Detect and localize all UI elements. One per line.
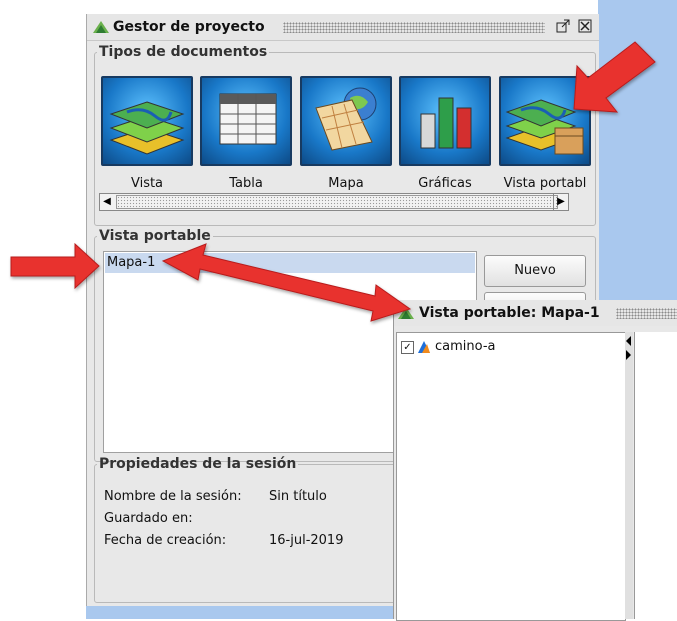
window-title: Gestor de proyecto	[113, 19, 265, 35]
doc-type-vista-portable[interactable]: Vista portabl	[499, 76, 591, 191]
doc-type-label: Gráficas	[418, 176, 472, 191]
list-item[interactable]: Mapa-1	[105, 253, 475, 273]
table-icon	[200, 76, 292, 166]
layer-name: camino-a	[435, 339, 496, 354]
scroll-left-icon[interactable]: ◀	[100, 194, 114, 210]
layer-visibility-checkbox[interactable]: ✓	[401, 341, 414, 354]
splitter-handle[interactable]	[625, 332, 633, 619]
project-manager-titlebar[interactable]: Gestor de proyecto	[87, 14, 599, 41]
portable-view-titlebar[interactable]: Vista portable: Mapa-1	[394, 300, 677, 326]
doc-types-scrollbar[interactable]: ◀ ▶	[99, 193, 569, 211]
creation-date-label: Fecha de creación:	[104, 533, 227, 548]
bar-chart-icon	[399, 76, 491, 166]
saved-in-label: Guardado en:	[104, 511, 193, 526]
scroll-thumb[interactable]	[116, 195, 558, 209]
table-of-contents[interactable]: ✓ camino-a	[396, 332, 626, 621]
desktop-background	[598, 0, 677, 300]
layers-icon	[101, 76, 193, 166]
close-icon[interactable]	[577, 19, 593, 35]
doc-type-tabla[interactable]: Tabla	[200, 76, 292, 191]
session-name-value: Sin título	[269, 489, 327, 504]
portable-view-legend: Vista portable	[99, 228, 211, 244]
doc-type-label: Vista	[130, 176, 164, 191]
maximize-icon[interactable]	[555, 19, 571, 35]
scroll-right-icon[interactable]: ▶	[553, 194, 568, 210]
doc-type-label: Mapa	[328, 176, 364, 191]
doc-type-label: Vista portabl	[503, 176, 587, 191]
doc-type-graficas[interactable]: Gráficas	[399, 76, 491, 191]
desktop-background-bottom	[86, 606, 396, 619]
portable-view-icon	[499, 76, 591, 166]
gvsig-logo-icon	[93, 21, 109, 33]
map-canvas[interactable]	[634, 332, 677, 619]
doc-type-mapa[interactable]: Mapa	[300, 76, 392, 191]
vector-layer-icon	[418, 341, 430, 353]
window-title: Vista portable: Mapa-1	[419, 305, 600, 321]
titlebar-grip	[283, 22, 545, 33]
titlebar-grip	[616, 308, 677, 319]
session-legend: Propiedades de la sesión	[99, 456, 297, 472]
portable-view-window: Vista portable: Mapa-1 ✓ camino-a	[393, 300, 677, 621]
doc-type-label: Tabla	[229, 176, 263, 191]
new-button[interactable]: Nuevo	[484, 255, 586, 287]
creation-date-value: 16-jul-2019	[269, 533, 344, 548]
doc-types-legend: Tipos de documentos	[99, 44, 268, 60]
gvsig-logo-icon	[398, 307, 414, 319]
map-icon	[300, 76, 392, 166]
session-name-label: Nombre de la sesión:	[104, 489, 242, 504]
doc-type-vista[interactable]: Vista	[101, 76, 193, 191]
